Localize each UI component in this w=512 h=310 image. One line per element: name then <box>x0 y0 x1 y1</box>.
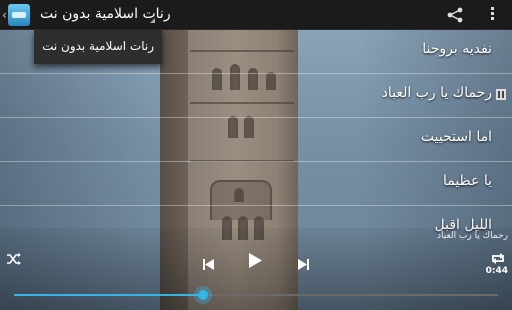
chevron-left-icon: ‹ <box>2 8 7 22</box>
list-item[interactable]: اما استحييت <box>0 118 512 162</box>
app-logo-icon <box>8 4 30 26</box>
next-icon[interactable] <box>298 255 309 270</box>
play-icon[interactable] <box>249 253 262 268</box>
dropdown-item[interactable]: رنات اسلامية بدون نت <box>42 39 154 53</box>
spinner-caret-icon <box>150 18 155 23</box>
seek-bar-thumb[interactable] <box>193 286 212 304</box>
pause-icon <box>496 89 506 100</box>
action-bar: ‹ رنات اسلامية بدون نت <box>0 0 512 30</box>
list-item[interactable]: رحماك يا رب العباد <box>0 74 512 118</box>
elapsed-time: 0:44 <box>485 266 508 276</box>
list-item-label: نفديه بروحنا <box>422 41 492 57</box>
home-up-button[interactable]: ‹ <box>2 3 30 27</box>
navigation-dropdown[interactable]: رنات اسلامية بدون نت <box>34 30 162 64</box>
list-item-label: يا عظيما <box>442 173 492 189</box>
overflow-menu-icon[interactable] <box>489 7 495 23</box>
share-icon[interactable] <box>446 7 464 23</box>
seek-bar[interactable] <box>14 286 498 304</box>
list-item-label: اما استحييت <box>420 129 492 145</box>
media-player: رحماك يا رب العباد 0:44 <box>0 228 512 310</box>
list-item[interactable]: يا عظيما <box>0 162 512 206</box>
previous-icon[interactable] <box>203 255 214 270</box>
seek-bar-progress <box>14 294 203 296</box>
repeat-icon[interactable] <box>489 250 507 264</box>
now-playing-title: رحماك يا رب العباد <box>437 231 508 241</box>
shuffle-icon[interactable] <box>6 250 22 265</box>
list-item-label: رحماك يا رب العباد <box>381 85 492 101</box>
